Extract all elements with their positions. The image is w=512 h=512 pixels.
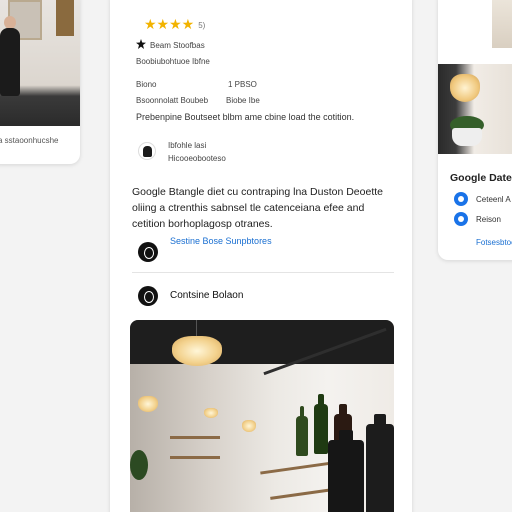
left-listing-card[interactable]: a sstaoonhucshe — [0, 0, 80, 164]
card-detail: Ceteenl A — [476, 195, 511, 204]
shelf — [170, 436, 220, 439]
person-figure — [0, 28, 20, 96]
card-link[interactable]: Fotsesbtoe — [476, 238, 512, 247]
card-caption: a sstaoonhucshe — [0, 136, 59, 145]
rating-stars[interactable]: ★★★★ 5) — [144, 16, 205, 33]
owner-role: Hicooeobooteso — [168, 154, 226, 163]
card-title: Google Date — [450, 172, 512, 184]
services-link[interactable]: Sestine Bose Sunpbtores — [170, 236, 272, 246]
location-icon — [454, 212, 468, 226]
business-summary: Prebenpine Boutseet blbm ame cbine load … — [136, 112, 355, 122]
owner-name: Ibfohle lasi — [168, 141, 207, 150]
interior-photo[interactable] — [438, 64, 512, 154]
link-icon[interactable] — [138, 242, 158, 262]
star-rating: ★★★★ — [144, 16, 195, 32]
owner-avatar[interactable] — [138, 142, 156, 160]
wine-bottle — [296, 406, 308, 456]
pendant-lamp — [138, 396, 158, 412]
wall-frame — [56, 0, 74, 36]
pendant-lamp — [172, 336, 222, 366]
rating-count: 5) — [198, 20, 206, 30]
pendant-lamp — [242, 420, 256, 432]
pendant-lamp — [204, 408, 218, 418]
business-subtitle: Beam Stoofbas — [150, 41, 205, 50]
plant-pot — [452, 128, 482, 146]
interior-photo[interactable] — [130, 320, 394, 512]
right-listing-card[interactable]: Google Date Ceteenl A Reison Fotsesbtoe — [438, 0, 512, 260]
business-description: Google Btangle diet cu contraping lna Du… — [132, 186, 384, 230]
wine-bottle — [366, 414, 394, 512]
section-icon — [138, 286, 158, 306]
detail-label: Bsoonnolatt Boubeb — [136, 96, 209, 105]
location-icon — [454, 192, 468, 206]
business-category: Boobiubohtuoe Ibfne — [136, 57, 210, 66]
business-detail-card: ★★★★ 5) Beam Stoofbas Boobiubohtuoe Ibfne… — [110, 0, 412, 512]
detail-value: Biobe Ibe — [226, 96, 260, 105]
gallery-photo[interactable] — [0, 0, 80, 126]
detail-value: 1 PBSO — [228, 80, 257, 89]
divider — [132, 272, 394, 273]
shelf — [170, 456, 220, 459]
card-detail: Reison — [476, 215, 501, 224]
thumbnail-photo[interactable] — [492, 0, 512, 48]
section-title: Contsine Bolaon — [170, 290, 244, 301]
wine-bottle — [328, 430, 364, 512]
detail-label: Biono — [136, 80, 157, 89]
wine-bottle — [314, 394, 328, 454]
pendant-lamp — [450, 74, 480, 102]
star-icon — [136, 39, 146, 49]
plant — [130, 450, 148, 480]
